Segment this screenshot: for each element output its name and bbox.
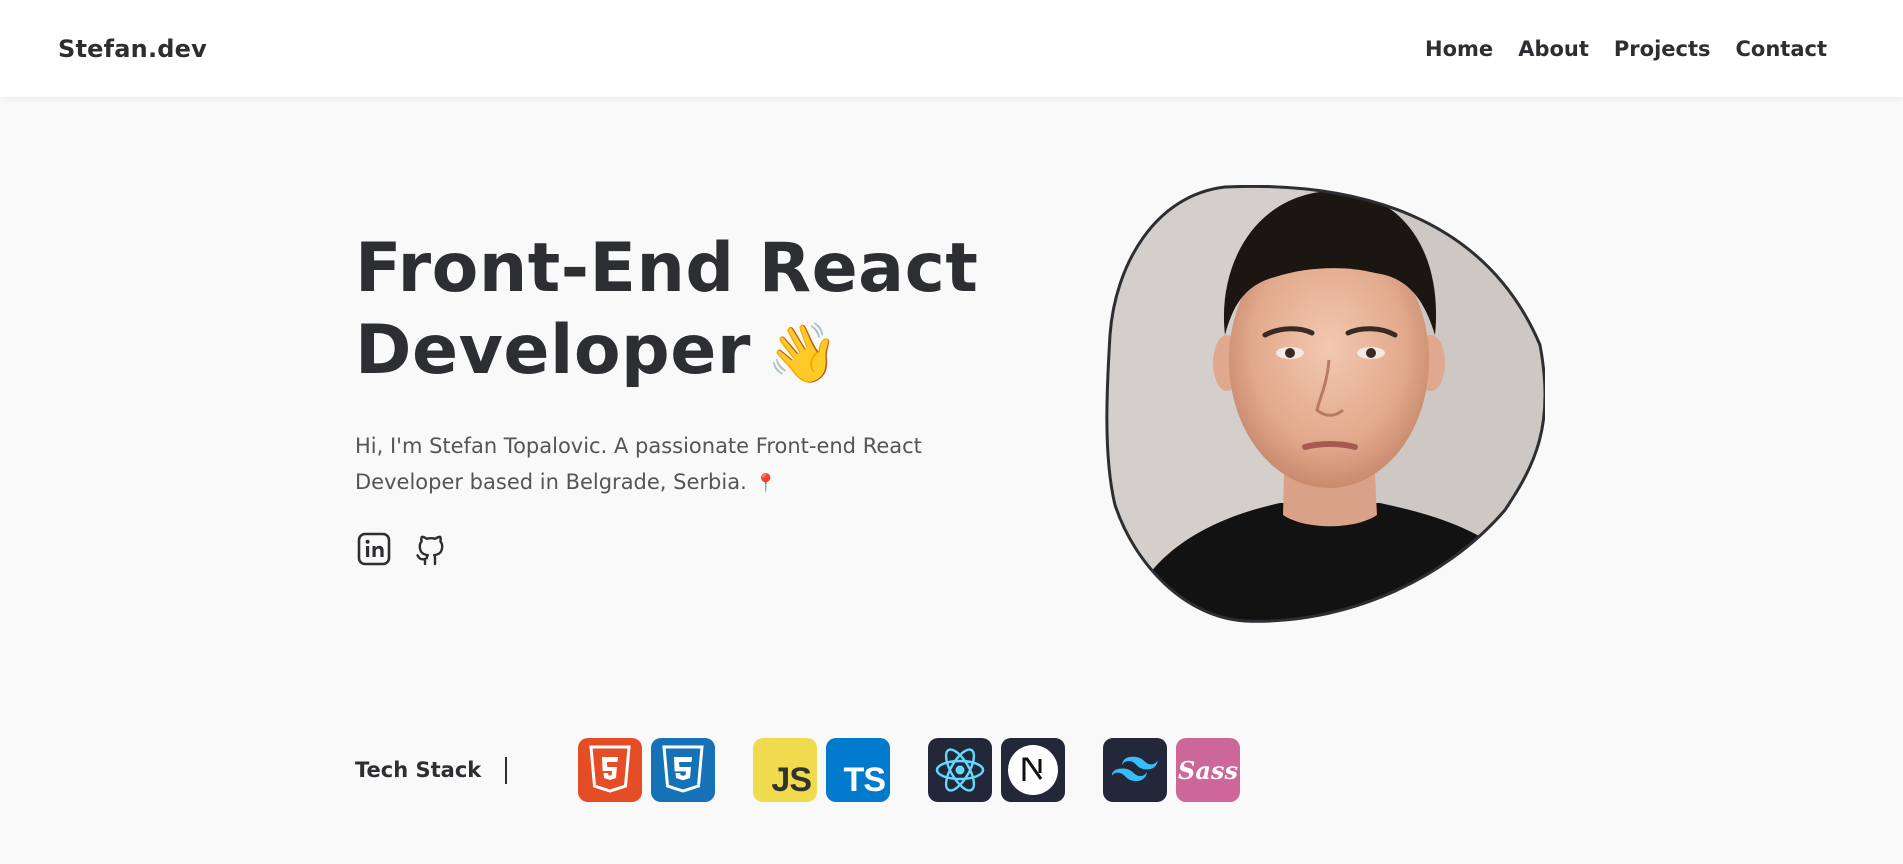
nav-links: Home About Projects Contact bbox=[1425, 37, 1827, 61]
nav-contact[interactable]: Contact bbox=[1736, 37, 1828, 61]
profile-photo bbox=[1105, 185, 1545, 623]
brand-logo[interactable]: Stefan.dev bbox=[58, 35, 207, 63]
github-icon[interactable] bbox=[411, 530, 449, 568]
nav-home[interactable]: Home bbox=[1425, 37, 1493, 61]
pin-icon: 📍 bbox=[754, 473, 778, 494]
css3-icon[interactable] bbox=[651, 738, 715, 802]
tech-stack-label: Tech Stack bbox=[355, 758, 482, 782]
sass-icon[interactable]: Sass bbox=[1176, 738, 1240, 802]
react-icon[interactable] bbox=[928, 738, 992, 802]
nav-projects[interactable]: Projects bbox=[1614, 37, 1711, 61]
tech-stack-divider bbox=[505, 756, 507, 784]
navbar: Stefan.dev Home About Projects Contact bbox=[0, 0, 1903, 97]
hero-title-line2-wrap: Developer 👋 bbox=[355, 310, 1035, 394]
hero-description-text: Hi, I'm Stefan Topalovic. A passionate F… bbox=[355, 434, 922, 494]
linkedin-icon[interactable] bbox=[355, 530, 393, 568]
hero-title-line1: Front-End React bbox=[355, 229, 979, 308]
typescript-icon[interactable]: TS bbox=[826, 738, 890, 802]
hero-description: Hi, I'm Stefan Topalovic. A passionate F… bbox=[355, 428, 955, 502]
hero-title-line2: Developer bbox=[355, 311, 751, 390]
nav-about[interactable]: About bbox=[1518, 37, 1589, 61]
tech-stack: Tech Stack JS TS Sass bbox=[355, 738, 1240, 802]
portrait-photo bbox=[1105, 185, 1545, 623]
hero-title: Front-End React Developer 👋 bbox=[355, 228, 1035, 394]
typescript-icon-text: TS bbox=[843, 761, 886, 799]
sass-icon-text: Sass bbox=[1178, 755, 1238, 785]
javascript-icon[interactable]: JS bbox=[753, 738, 817, 802]
nextjs-icon[interactable] bbox=[1001, 738, 1065, 802]
html5-icon[interactable] bbox=[578, 738, 642, 802]
wave-hand-icon: 👋 bbox=[766, 319, 840, 387]
tailwind-icon[interactable] bbox=[1103, 738, 1167, 802]
social-links bbox=[355, 530, 1035, 568]
hero-section: Front-End React Developer 👋 Hi, I'm Stefa… bbox=[355, 228, 1035, 568]
javascript-icon-text: JS bbox=[771, 761, 812, 799]
